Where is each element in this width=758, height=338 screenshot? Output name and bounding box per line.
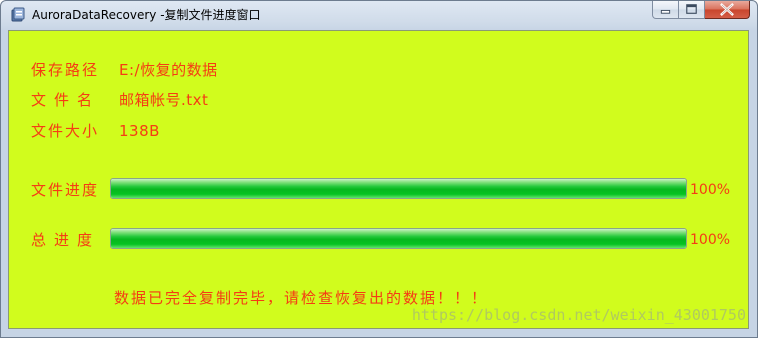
window-title: AuroraDataRecovery -复制文件进度窗口 bbox=[32, 8, 261, 22]
save-path-value: E:/恢复的数据 bbox=[119, 61, 218, 79]
file-progress-bar bbox=[110, 178, 687, 199]
app-icon bbox=[11, 7, 25, 22]
close-icon bbox=[720, 3, 734, 16]
total-progress-label: 总进度 bbox=[31, 231, 101, 249]
maximize-icon bbox=[686, 4, 697, 14]
file-size-value: 138B bbox=[119, 122, 160, 140]
minimize-button[interactable] bbox=[652, 1, 679, 19]
file-name-label: 文件名 bbox=[31, 91, 101, 109]
maximize-button[interactable] bbox=[679, 1, 705, 19]
file-progress-fill bbox=[111, 179, 686, 198]
title-bar[interactable]: AuroraDataRecovery -复制文件进度窗口 bbox=[1, 1, 757, 30]
file-progress-label: 文件进度 bbox=[31, 181, 100, 199]
app-window: AuroraDataRecovery -复制文件进度窗口 保存路径 E:/恢复的… bbox=[0, 0, 758, 338]
watermark: https://blog.csdn.net/weixin_43001750 bbox=[411, 306, 746, 324]
file-progress-percent: 100% bbox=[690, 182, 731, 198]
total-progress-bar bbox=[110, 228, 687, 249]
save-path-label: 保存路径 bbox=[31, 61, 100, 79]
minimize-icon bbox=[660, 9, 671, 14]
total-progress-fill bbox=[111, 229, 686, 248]
close-button[interactable] bbox=[705, 1, 750, 19]
total-progress-percent: 100% bbox=[690, 232, 731, 248]
file-size-label: 文件大小 bbox=[31, 122, 100, 140]
completion-message: 数据已完全复制完毕，请检查恢复出的数据！！！ bbox=[114, 289, 489, 307]
caption-buttons bbox=[652, 1, 750, 21]
dialog-content: 保存路径 E:/恢复的数据 文件名 邮箱帐号.txt 文件大小 138B 文件进… bbox=[8, 30, 749, 329]
file-name-value: 邮箱帐号.txt bbox=[119, 91, 209, 109]
